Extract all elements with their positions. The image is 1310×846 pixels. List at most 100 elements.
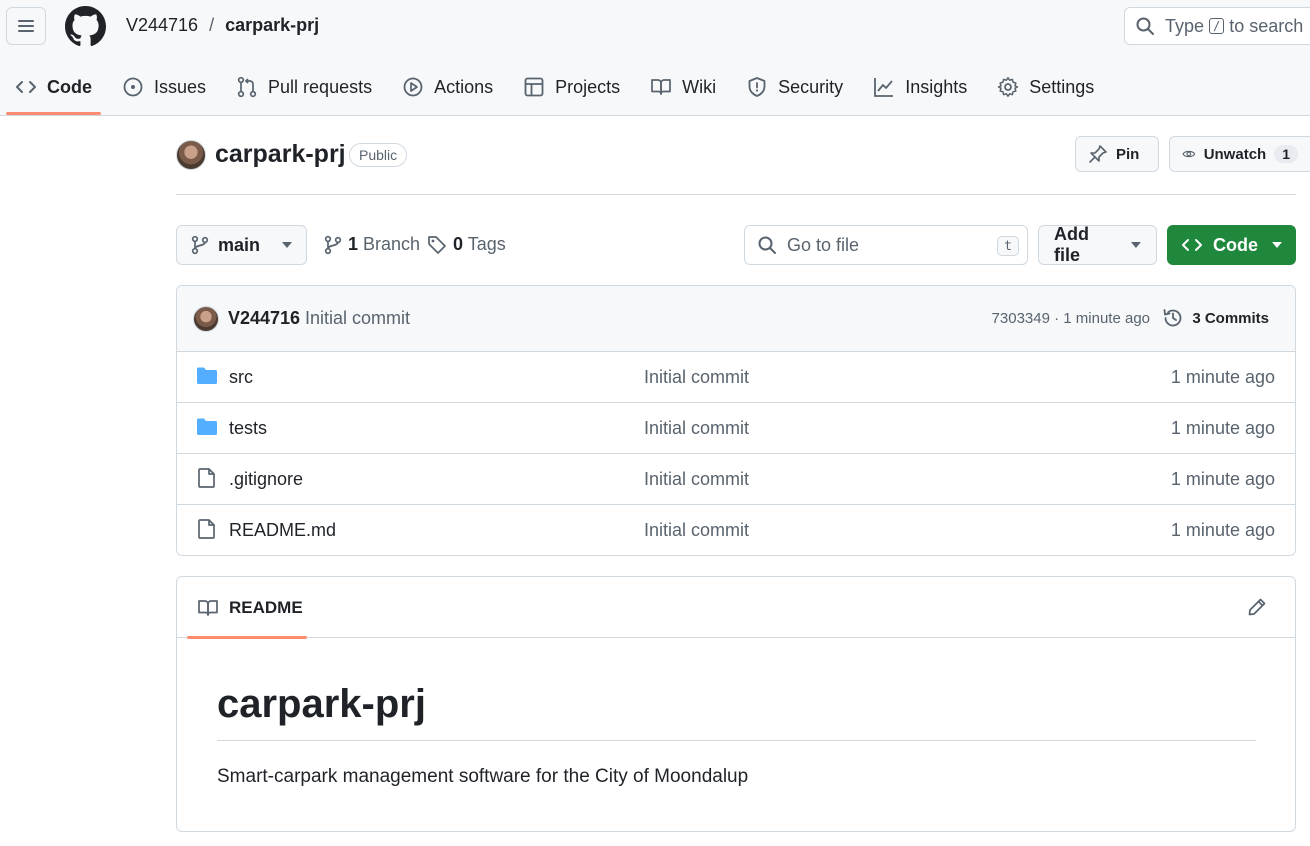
caret-down-icon xyxy=(1131,242,1141,248)
file-row[interactable]: tests Initial commit 1 minute ago xyxy=(177,403,1295,454)
readme-title-rule xyxy=(217,740,1256,741)
tab-security[interactable]: Security xyxy=(731,64,858,110)
visibility-badge: Public xyxy=(349,143,408,167)
commit-message[interactable]: Initial commit xyxy=(305,308,410,329)
breadcrumb-owner[interactable]: V244716 xyxy=(126,15,198,36)
breadcrumb-repo[interactable]: carpark-prj xyxy=(225,15,319,36)
tab-code[interactable]: Code xyxy=(0,64,107,115)
file-commit-message[interactable]: Initial commit xyxy=(644,520,749,541)
menu-button[interactable] xyxy=(6,7,46,45)
owner-avatar[interactable] xyxy=(176,140,206,170)
github-logo-icon[interactable] xyxy=(65,6,106,47)
unwatch-label: Unwatch xyxy=(1203,145,1267,163)
commit-hash-time[interactable]: 7303349 · 1 minute ago xyxy=(992,310,1150,327)
file-name[interactable]: .gitignore xyxy=(229,469,303,490)
tab-issues[interactable]: Issues xyxy=(107,64,221,110)
file-row[interactable]: README.md Initial commit 1 minute ago xyxy=(177,505,1295,555)
go-to-file-input[interactable]: Go to file t xyxy=(744,225,1028,265)
go-to-file-placeholder: Go to file xyxy=(787,234,860,255)
tab-label: Insights xyxy=(905,76,968,97)
code-icon xyxy=(16,81,36,93)
file-commit-message[interactable]: Initial commit xyxy=(644,469,749,490)
readme-tab[interactable]: README xyxy=(187,577,307,639)
code-button-label: Code xyxy=(1213,234,1258,255)
search-input[interactable]: Type / to search xyxy=(1124,7,1310,45)
history-icon xyxy=(1163,309,1182,327)
tab-settings[interactable]: Settings xyxy=(982,64,1109,110)
folder-icon xyxy=(197,367,217,384)
tag-icon xyxy=(428,235,446,254)
title-divider xyxy=(176,194,1296,195)
issue-icon xyxy=(123,77,143,97)
graph-icon xyxy=(874,78,894,97)
hamburger-icon xyxy=(18,20,34,32)
file-commit-time: 1 minute ago xyxy=(1170,469,1275,489)
go-to-file-shortcut: t xyxy=(997,236,1019,256)
readme-header: README xyxy=(177,577,1295,639)
pencil-icon[interactable] xyxy=(1247,597,1267,617)
latest-commit-row: V244716 Initial commit 7303349 · 1 minut… xyxy=(177,286,1295,352)
tab-label: Security xyxy=(778,76,844,97)
readme-panel: README carpark-prj Smart-carpark managem… xyxy=(176,576,1296,832)
code-icon xyxy=(1182,239,1202,251)
file-name[interactable]: tests xyxy=(229,418,267,439)
search-icon xyxy=(758,236,776,254)
caret-down-icon xyxy=(1272,242,1282,248)
tab-projects[interactable]: Projects xyxy=(508,64,635,110)
file-list: V244716 Initial commit 7303349 · 1 minut… xyxy=(176,285,1296,556)
add-file-button[interactable]: Add file xyxy=(1038,224,1157,265)
branch-selector[interactable]: main xyxy=(176,225,307,265)
commit-author-avatar[interactable] xyxy=(193,306,219,332)
search-placeholder-after: to search xyxy=(1229,15,1304,36)
eye-icon xyxy=(1182,150,1196,158)
pin-button[interactable]: Pin xyxy=(1075,136,1159,172)
file-row[interactable]: .gitignore Initial commit 1 minute ago xyxy=(177,454,1295,505)
branch-icon xyxy=(191,235,209,255)
book-icon xyxy=(651,79,672,95)
repo-nav-tabs: Code Issues Pull requests Actions Projec… xyxy=(0,64,1109,116)
commits-count: 3 Commits xyxy=(1192,309,1269,327)
file-commit-time: 1 minute ago xyxy=(1170,520,1275,540)
file-commit-time: 1 minute ago xyxy=(1170,418,1275,438)
tab-label: Actions xyxy=(434,76,494,97)
tab-label: Wiki xyxy=(682,76,717,97)
pin-icon xyxy=(1089,145,1107,163)
table-icon xyxy=(524,77,544,97)
tab-label: Projects xyxy=(555,76,621,97)
tags-link[interactable]: 0 Tags xyxy=(427,234,506,255)
caret-down-icon xyxy=(282,242,292,248)
readme-tab-label: README xyxy=(229,597,303,617)
pin-label: Pin xyxy=(1116,145,1140,163)
branch-count: 1 xyxy=(348,234,359,254)
branches-link[interactable]: 1 Branch xyxy=(324,234,420,255)
tab-actions[interactable]: Actions xyxy=(387,64,508,110)
file-commit-message[interactable]: Initial commit xyxy=(644,367,749,388)
file-commit-message[interactable]: Initial commit xyxy=(644,418,749,439)
readme-description: Smart-carpark management software for th… xyxy=(217,766,749,787)
search-shortcut-key: / xyxy=(1209,18,1225,34)
gear-icon xyxy=(998,77,1019,97)
code-button[interactable]: Code xyxy=(1167,225,1296,265)
add-file-label: Add file xyxy=(1054,224,1089,265)
tab-pull-requests[interactable]: Pull requests xyxy=(221,64,387,110)
readme-title: carpark-prj xyxy=(217,682,426,726)
file-name[interactable]: README.md xyxy=(229,520,336,541)
branch-icon xyxy=(324,235,342,254)
commits-link[interactable]: 3 Commits xyxy=(1162,307,1269,329)
file-row[interactable]: src Initial commit 1 minute ago xyxy=(177,352,1295,403)
tag-count: 0 xyxy=(453,234,464,254)
tab-wiki[interactable]: Wiki xyxy=(635,64,731,110)
breadcrumb-separator: / xyxy=(209,15,215,35)
unwatch-button[interactable]: Unwatch 1 xyxy=(1169,136,1310,172)
search-icon xyxy=(1136,17,1154,35)
commit-author[interactable]: V244716 xyxy=(228,308,300,329)
pull-request-icon xyxy=(237,76,257,98)
file-name[interactable]: src xyxy=(229,367,253,388)
tab-insights[interactable]: Insights xyxy=(858,64,982,110)
repo-header-bar: V244716 / carpark-prj Type / to search C… xyxy=(0,0,1310,116)
repo-title[interactable]: carpark-prj xyxy=(215,140,346,169)
tab-label: Code xyxy=(47,76,92,97)
file-icon xyxy=(198,468,215,488)
file-icon xyxy=(198,519,215,539)
branch-count-label: Branch xyxy=(363,234,421,254)
